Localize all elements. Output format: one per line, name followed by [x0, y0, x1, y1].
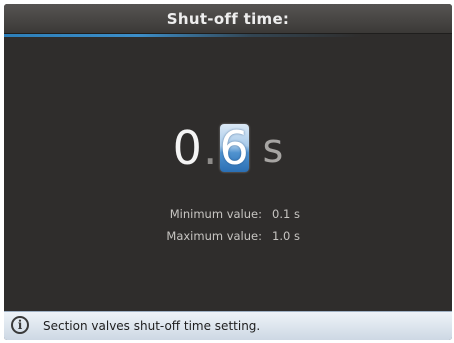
page-title: Shut-off time:	[166, 10, 290, 28]
maximum-value: 1.0 s	[272, 229, 300, 243]
status-message: Section valves shut-off time setting.	[43, 319, 261, 333]
value-editor: 0.6 s	[4, 124, 452, 172]
screen: Shut-off time: 0.6 s Minimum value: 0.1 s…	[4, 4, 452, 340]
minimum-row: Minimum value: 0.1 s	[4, 207, 452, 229]
selected-digit-box[interactable]: 6	[219, 124, 249, 172]
minimum-value: 0.1 s	[272, 207, 300, 221]
maximum-row: Maximum value: 1.0 s	[4, 229, 452, 251]
info-icon: i	[11, 316, 29, 334]
decimal-separator: .	[202, 121, 218, 175]
limits-panel: Minimum value: 0.1 s Maximum value: 1.0 …	[4, 207, 452, 251]
title-bar: Shut-off time:	[4, 4, 452, 34]
status-bar: i Section valves shut-off time setting.	[4, 311, 452, 340]
maximum-label: Maximum value:	[166, 229, 262, 243]
integer-digit[interactable]: 0	[173, 124, 202, 172]
selected-digit[interactable]: 6	[220, 124, 249, 172]
minimum-label: Minimum value:	[169, 207, 262, 221]
title-accent-line	[4, 34, 452, 37]
unit-label: s	[262, 126, 284, 172]
